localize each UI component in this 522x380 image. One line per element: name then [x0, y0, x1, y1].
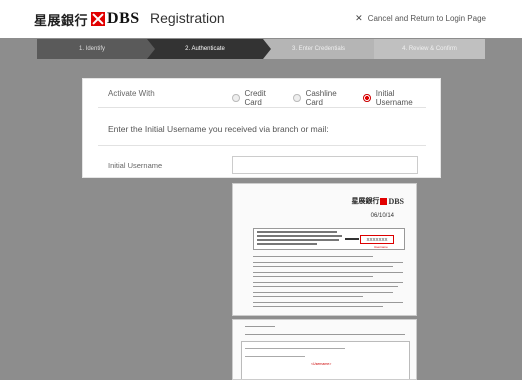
radio-label: Credit Card [244, 89, 266, 107]
letter-text-line [253, 266, 393, 267]
letter-text-line [253, 286, 398, 287]
cancel-return-label: Cancel and Return to Login Page [367, 14, 486, 23]
letter-logo-dbs: DBS [388, 196, 404, 206]
letter-dbs-logo: 星展銀行 DBS [351, 196, 404, 206]
radio-dot-icon [232, 94, 240, 102]
letter-date: 06/10/14 [370, 213, 394, 219]
step-label: 2. Authenticate [185, 46, 225, 52]
letter-text-line [253, 306, 383, 307]
step-authenticate: 2. Authenticate [147, 39, 263, 59]
dbs-x-mark-icon [91, 12, 106, 26]
letter-username-tag: Username [374, 245, 388, 249]
letter-text-line [245, 356, 305, 357]
divider [98, 107, 426, 108]
radio-cashline-card[interactable]: Cashline Card [293, 89, 352, 107]
letter-text-line [245, 326, 275, 327]
step-identify: 1. Identify [37, 39, 147, 59]
step-review-confirm: 4. Review & Confirm [374, 39, 485, 59]
initial-username-input[interactable] [232, 156, 418, 174]
letter-text-line [253, 262, 403, 263]
letter-username-placeholder: <Username> [311, 362, 332, 366]
letter-logo-chinese: 星展銀行 [351, 196, 380, 205]
step-label: 4. Review & Confirm [402, 46, 457, 52]
step-enter-credentials: 3. Enter Credentials [263, 39, 374, 59]
step-arrow [263, 39, 271, 59]
letter-text-line [245, 348, 345, 349]
username-instruction: Enter the Initial Username you received … [108, 124, 329, 134]
logo-dbs-text: DBS [107, 10, 140, 27]
progress-stepper: 1. Identify 2. Authenticate 3. Enter Cre… [37, 39, 485, 59]
letter-text-line [253, 302, 403, 303]
dbs-x-mark-icon [380, 197, 388, 205]
activate-with-label: Activate With [108, 89, 155, 98]
radio-credit-card[interactable]: Credit Card [232, 89, 282, 107]
step-arrow [147, 39, 155, 59]
radio-dot-icon [293, 94, 301, 102]
radio-label: Cashline Card [305, 89, 337, 107]
step-label: 3. Enter Credentials [291, 46, 346, 52]
divider [98, 145, 426, 146]
logo-chinese-text: 星展銀行 [34, 13, 89, 29]
letter-arrow-icon [345, 238, 359, 240]
dbs-logo: 星展銀行 DBS [34, 9, 140, 29]
close-icon: ✕ [355, 13, 363, 23]
letter-text-line [245, 334, 405, 335]
letter-text-line [253, 256, 373, 257]
letter-text-line [253, 292, 393, 293]
letter-text-line [253, 282, 403, 283]
page-title: Registration [150, 10, 225, 26]
cancel-return-link[interactable]: ✕ Cancel and Return to Login Page [355, 13, 486, 24]
initial-username-label: Initial Username [108, 161, 163, 170]
radio-label: Initial Username [375, 89, 413, 107]
sample-letter-image: 星展銀行 DBS 06/10/14 XXXXXXX Username [232, 183, 417, 316]
letter-text-line [253, 276, 373, 277]
step-label: 1. Identify [78, 46, 105, 52]
activation-method-radio-group: Credit Card Cashline Card Initial Userna… [232, 89, 440, 107]
radio-initial-username[interactable]: Initial Username [363, 89, 429, 107]
radio-selected-dot-icon [363, 94, 371, 102]
sample-letter-image-2: <Username> [232, 319, 417, 380]
letter-username-table [241, 341, 410, 379]
letter-text-line [257, 235, 342, 237]
letter-text-line [253, 272, 403, 273]
letter-text-line [257, 231, 337, 233]
letter-username-sample: XXXXXXX [360, 235, 394, 244]
letter-text-line [257, 239, 339, 241]
activation-form-panel: Activate With Credit Card Cashline Card … [82, 78, 441, 178]
letter-text-line [253, 296, 363, 297]
letter-text-line [257, 243, 317, 245]
page-header: 星展銀行 DBS Registration ✕ Cancel and Retur… [0, 0, 522, 38]
